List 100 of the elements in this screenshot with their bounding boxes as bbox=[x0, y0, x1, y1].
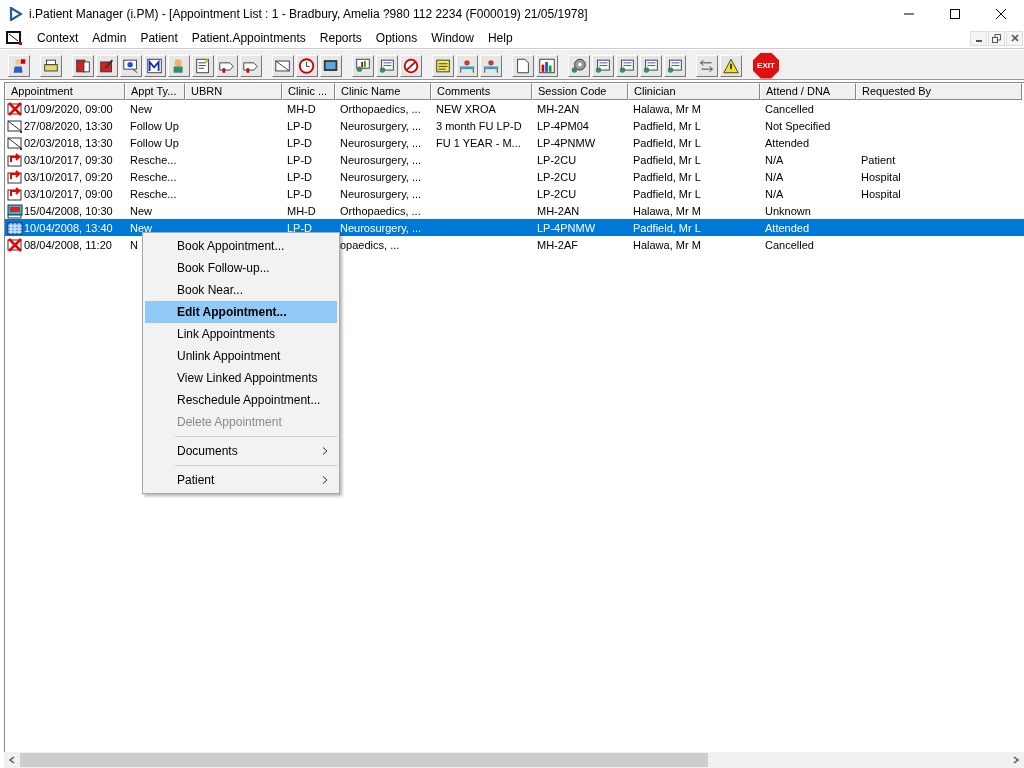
toolbar-button[interactable] bbox=[376, 54, 398, 77]
clock-icon bbox=[298, 56, 316, 75]
app-logo-icon bbox=[9, 7, 23, 21]
column-header[interactable]: Session Code bbox=[532, 83, 628, 100]
toolbar-button[interactable] bbox=[272, 54, 294, 77]
toolbar-button[interactable] bbox=[72, 54, 94, 77]
toolbar-button[interactable] bbox=[536, 54, 558, 77]
menu-item[interactable]: Book Near... bbox=[145, 279, 337, 301]
column-header[interactable]: Appointment bbox=[5, 83, 125, 100]
table-cell: Resche... bbox=[130, 153, 177, 166]
menu-item[interactable]: Options bbox=[368, 29, 425, 47]
document-icon[interactable] bbox=[6, 31, 22, 45]
no-entry-icon bbox=[402, 56, 420, 75]
note-icon bbox=[194, 56, 212, 75]
toolbar-button[interactable] bbox=[8, 54, 30, 77]
table-cell: Halawa, Mr M bbox=[633, 238, 701, 251]
menu-item[interactable]: Patient bbox=[145, 469, 337, 491]
table-cell: LP-2CU bbox=[537, 187, 577, 200]
toolbar-button[interactable] bbox=[120, 54, 142, 77]
menu-item[interactable]: Reschedule Appointment... bbox=[145, 389, 337, 411]
menu-item[interactable]: View Linked Appointments bbox=[145, 367, 337, 389]
table-cell: Padfield, Mr L bbox=[633, 221, 701, 234]
column-header[interactable]: Clinic Name bbox=[335, 83, 431, 100]
toolbar-button[interactable] bbox=[96, 54, 118, 77]
toolbar-button[interactable] bbox=[296, 54, 318, 77]
dna-icon bbox=[7, 202, 23, 219]
table-cell: 02/03/2018, 13:30 bbox=[24, 136, 113, 149]
toolbar-button[interactable] bbox=[352, 54, 374, 77]
document-icon bbox=[514, 56, 532, 75]
column-header[interactable]: UBRN bbox=[185, 83, 282, 100]
restore-button[interactable] bbox=[988, 30, 1005, 46]
column-header[interactable]: Requested By bbox=[856, 83, 1022, 100]
table-cell: 03/10/2017, 09:00 bbox=[24, 187, 113, 200]
table-cell: MH-2AF bbox=[537, 238, 578, 251]
table-cell: 27/08/2020, 13:30 bbox=[24, 119, 113, 132]
toolbar-button[interactable] bbox=[640, 54, 662, 77]
toolbar-button[interactable] bbox=[144, 54, 166, 77]
toolbar-button[interactable] bbox=[568, 54, 590, 77]
toolbar-button[interactable] bbox=[192, 54, 214, 77]
menu-item[interactable]: Link Appointments bbox=[145, 323, 337, 345]
table-cell: Attended bbox=[765, 136, 810, 149]
table-cell: 3 month FU LP-D bbox=[436, 119, 522, 132]
table-cell: Padfield, Mr L bbox=[633, 136, 701, 149]
table-cell: Neurosurgery, ... bbox=[340, 119, 422, 132]
close-button[interactable] bbox=[1006, 30, 1023, 46]
menu-item[interactable]: Edit Appointment... bbox=[145, 301, 337, 323]
column-header[interactable]: Attend / DNA bbox=[760, 83, 856, 100]
menu-item[interactable]: Context bbox=[30, 29, 86, 47]
table-cell: 03/10/2017, 09:30 bbox=[24, 153, 113, 166]
toolbar-button[interactable] bbox=[720, 54, 742, 77]
minimize-button[interactable] bbox=[970, 30, 987, 46]
toolbar-button[interactable] bbox=[664, 54, 686, 77]
selected-row[interactable]: 10/04/2008, 13:40 New LP-D Neurosurgery, ... LP-4PNMW Padfield, Mr L Attended bbox=[5, 219, 1024, 236]
menu-item[interactable]: Admin bbox=[85, 29, 134, 47]
menu-item[interactable]: Window bbox=[424, 29, 481, 47]
table-cell: MH-2AN bbox=[537, 204, 580, 217]
close-icon bbox=[1010, 34, 1019, 42]
toolbar-button[interactable] bbox=[400, 54, 422, 77]
toolbar-button[interactable] bbox=[320, 54, 342, 77]
menu-item[interactable]: Help bbox=[480, 29, 520, 47]
m-letter-icon bbox=[146, 56, 164, 75]
menu-item[interactable]: Book Appointment... bbox=[145, 235, 337, 257]
table-cell: Padfield, Mr L bbox=[633, 153, 701, 166]
table-cell: Attended bbox=[765, 221, 810, 234]
exit-button[interactable]: EXIT bbox=[752, 52, 780, 79]
column-header[interactable]: Clinic ... bbox=[282, 83, 335, 100]
table-cell: MH-D bbox=[287, 102, 316, 115]
menu-item[interactable]: Patient bbox=[133, 29, 185, 47]
column-header[interactable]: Clinician bbox=[628, 83, 760, 100]
maximize-icon bbox=[950, 9, 960, 19]
menu-item[interactable]: Patient.Appointments bbox=[184, 29, 313, 47]
table-cell: Cancelled bbox=[765, 102, 814, 115]
table-cell: NEW XROA bbox=[436, 102, 496, 115]
table-cell: LP-4PNMW bbox=[537, 221, 596, 234]
menu-item[interactable]: Book Follow-up... bbox=[145, 257, 337, 279]
table-cell: N/A bbox=[765, 187, 784, 200]
table-cell: Cancelled bbox=[765, 238, 814, 251]
table-cell: Hospital bbox=[861, 170, 901, 183]
menu-item[interactable]: Documents bbox=[145, 440, 337, 462]
table-cell: Neurosurgery, ... bbox=[340, 153, 422, 166]
horizontal-scrollbar[interactable] bbox=[4, 752, 1024, 768]
scrollbar-thumb[interactable] bbox=[20, 753, 708, 767]
table-cell: N/A bbox=[765, 170, 784, 183]
menu-item[interactable]: Reports bbox=[312, 29, 369, 47]
letter-icon bbox=[7, 134, 23, 151]
column-header[interactable]: Comments bbox=[431, 83, 532, 100]
toolbar-button[interactable] bbox=[592, 54, 614, 77]
warning-icon bbox=[722, 56, 740, 75]
menu-item[interactable]: Unlink Appointment bbox=[145, 345, 337, 367]
table-cell: N/A bbox=[765, 153, 784, 166]
table-cell: Neurosurgery, ... bbox=[340, 170, 422, 183]
toolbar-button[interactable] bbox=[616, 54, 638, 77]
toolbar-button[interactable] bbox=[40, 54, 62, 77]
toolbar-button[interactable] bbox=[432, 54, 454, 77]
column-header[interactable]: Appt Ty... bbox=[125, 83, 185, 100]
toolbar-button[interactable] bbox=[512, 54, 534, 77]
table-cell: Orthopaedics, ... bbox=[340, 204, 421, 217]
table-cell: Unknown bbox=[765, 204, 811, 217]
table-cell: New bbox=[130, 221, 152, 234]
table-cell: N bbox=[130, 238, 138, 251]
